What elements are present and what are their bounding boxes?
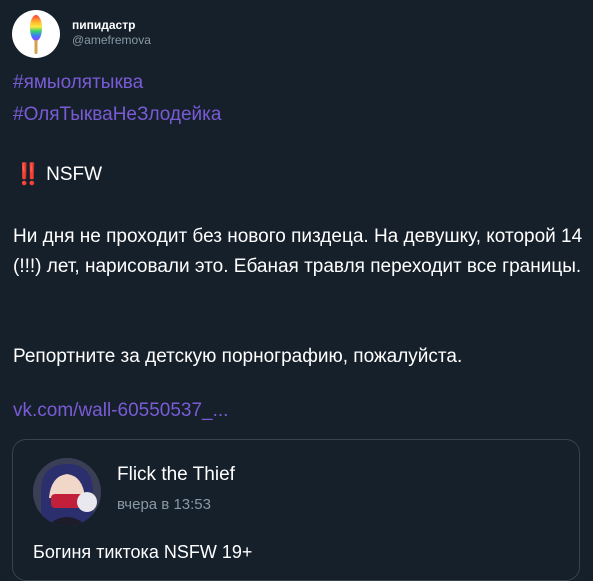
link-preview-card[interactable]: Flick the Thief вчера в 13:53 Богиня тик… (12, 439, 580, 581)
author-display-name[interactable]: пипидастр (72, 18, 151, 33)
card-timestamp: вчера в 13:53 (117, 496, 211, 513)
nsfw-warning: ‼️ NSFW (15, 163, 102, 187)
tweet-body-text: Ни дня не проходит без нового пиздеца. Н… (13, 226, 583, 277)
feather-duster-icon (30, 15, 42, 54)
external-link[interactable]: vk.com/wall-60550537_... (13, 400, 228, 422)
hashtag-link[interactable]: #ямыолятыква (13, 72, 143, 94)
author-handle[interactable]: @amefremova (72, 33, 151, 48)
double-exclamation-icon: ‼️ (15, 163, 41, 186)
tweet-header: пипидастр @amefremova (12, 10, 151, 58)
anime-avatar-icon (33, 458, 101, 526)
card-author-name: Flick the Thief (117, 464, 235, 485)
nsfw-label: NSFW (46, 164, 103, 185)
author-avatar[interactable] (12, 10, 60, 58)
card-title: Богиня тиктока NSFW 19+ (33, 542, 253, 562)
hashtag-link[interactable]: #ОляТыкваНеЗлодейка (13, 104, 221, 126)
card-avatar (33, 458, 101, 526)
tweet-report-text: Репортните за детскую порнографию, пожал… (13, 346, 463, 367)
